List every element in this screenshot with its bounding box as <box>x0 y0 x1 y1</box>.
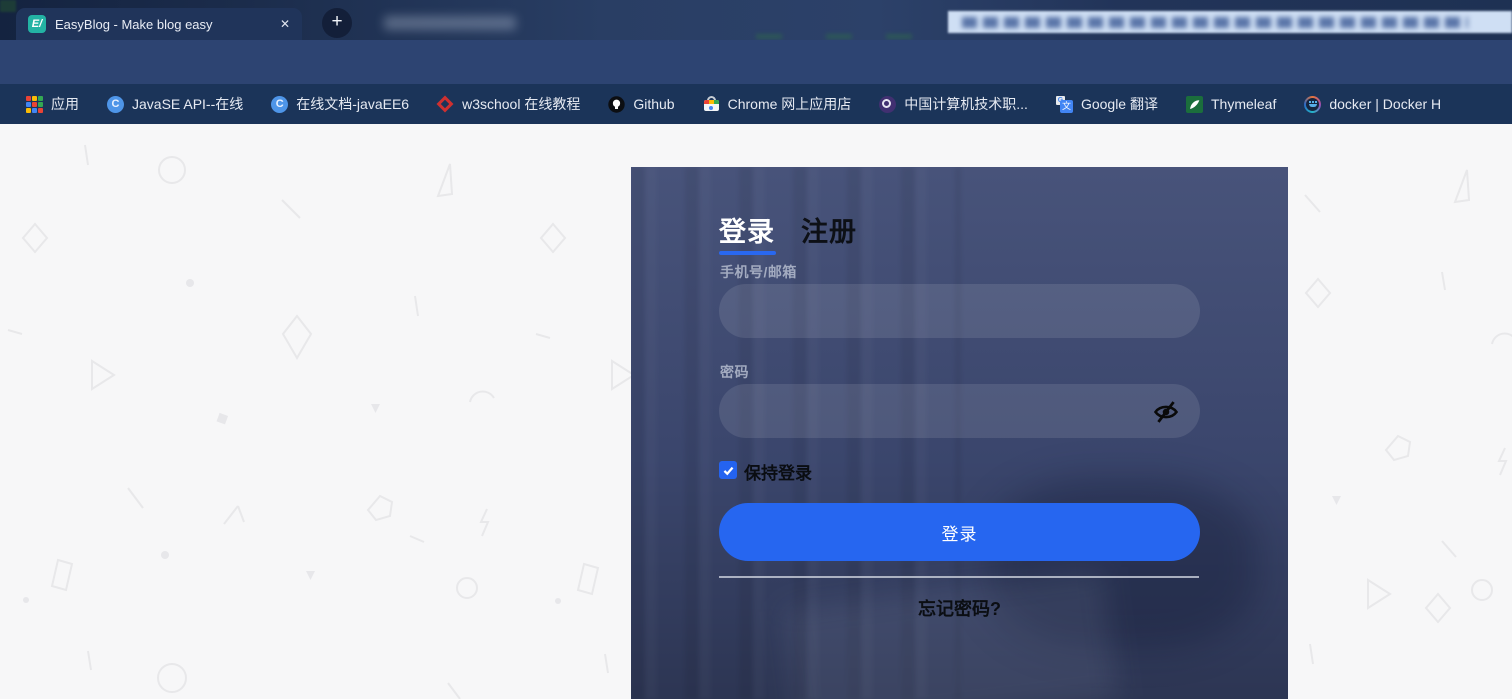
w3school-icon <box>436 95 454 113</box>
new-tab-button[interactable]: + <box>322 8 352 38</box>
password-label: 密码 <box>720 364 749 380</box>
form-divider <box>719 576 1199 578</box>
remember-checkbox[interactable] <box>719 461 737 479</box>
blue-c-icon: C <box>271 95 289 113</box>
blurred-overlay-artifact <box>948 11 1512 33</box>
blur-smudge <box>886 34 912 39</box>
remember-label: 保持登录 <box>744 464 812 483</box>
bookmark-label: 中国计算机技术职... <box>904 96 1028 112</box>
checkbox-check-icon <box>723 466 733 475</box>
blur-smudge <box>826 34 852 39</box>
blur-smudge <box>756 34 782 39</box>
corner-blur-artifact <box>0 0 16 12</box>
page-content: 登录 注册 手机号/邮箱 密码 保持登录 登录 忘记密码? <box>0 124 1512 699</box>
blurred-overlay-text <box>962 17 1468 28</box>
bookmark-label: Chrome 网上应用店 <box>727 96 852 112</box>
browser-tab-easyblog[interactable]: E/ EasyBlog - Make blog easy ✕ <box>16 8 302 40</box>
tab-strip: E/ EasyBlog - Make blog easy ✕ + <box>0 0 1512 40</box>
apps-grid-icon <box>26 95 43 113</box>
google-translate-icon: G文 <box>1055 95 1073 113</box>
active-tab-underline <box>719 251 776 255</box>
bookmark-label: JavaSE API--在线 <box>132 96 244 112</box>
bookmark-chrome-store[interactable]: Chrome 网上应用店 <box>689 94 866 114</box>
bookmark-label: Google 翻译 <box>1080 96 1158 112</box>
password-input[interactable] <box>719 384 1200 438</box>
chrome-store-icon <box>703 95 720 113</box>
bookmarks-bar: 应用 C JavaSE API--在线 C 在线文档-javaEE6 w3sch… <box>0 84 1512 124</box>
bookmark-label: docker | Docker H <box>1329 96 1442 112</box>
login-panel: 登录 注册 手机号/邮箱 密码 保持登录 登录 忘记密码? <box>631 167 1288 699</box>
bookmark-google-translate[interactable]: G文 Google 翻译 <box>1042 94 1172 114</box>
bookmark-label: w3school 在线教程 <box>462 96 581 112</box>
blurred-text-artifact <box>384 16 516 30</box>
docker-icon <box>1304 95 1322 113</box>
tab-title: EasyBlog - Make blog easy <box>55 16 213 32</box>
bookmark-docker[interactable]: docker | Docker H <box>1290 95 1455 113</box>
bookmark-apps[interactable]: 应用 <box>12 94 93 114</box>
tab-login[interactable]: 登录 <box>719 210 775 249</box>
bookmark-cctc[interactable]: 中国计算机技术职... <box>865 94 1042 114</box>
account-input[interactable] <box>719 284 1200 338</box>
blue-c-icon: C <box>107 95 124 113</box>
bookmark-javase-api[interactable]: C JavaSE API--在线 <box>93 94 257 114</box>
tab-close-icon[interactable]: ✕ <box>276 15 294 33</box>
bookmark-label: Github <box>633 96 675 112</box>
github-icon <box>608 95 626 113</box>
password-visibility-icon[interactable] <box>1152 398 1180 426</box>
thymeleaf-icon <box>1186 95 1203 113</box>
browser-toolbar: 不安全 | 121.36.49.86/user/loginPage G <box>0 40 1512 120</box>
cctc-seal-icon <box>879 95 897 113</box>
bookmark-thymeleaf[interactable]: Thymeleaf <box>1172 95 1290 113</box>
bookmark-w3school[interactable]: w3school 在线教程 <box>423 94 594 114</box>
bookmark-label: 应用 <box>51 96 79 112</box>
forgot-password-link[interactable]: 忘记密码? <box>631 595 1288 621</box>
bookmark-javaee-docs[interactable]: C 在线文档-javaEE6 <box>257 94 423 114</box>
bookmark-github[interactable]: Github <box>594 95 688 113</box>
bookmark-label: Thymeleaf <box>1211 96 1277 112</box>
login-submit-button[interactable]: 登录 <box>719 503 1200 561</box>
bookmark-label: 在线文档-javaEE6 <box>296 96 410 112</box>
account-label: 手机号/邮箱 <box>720 264 797 280</box>
tab-register[interactable]: 注册 <box>801 210 857 249</box>
easyblog-favicon-icon: E/ <box>28 15 46 33</box>
